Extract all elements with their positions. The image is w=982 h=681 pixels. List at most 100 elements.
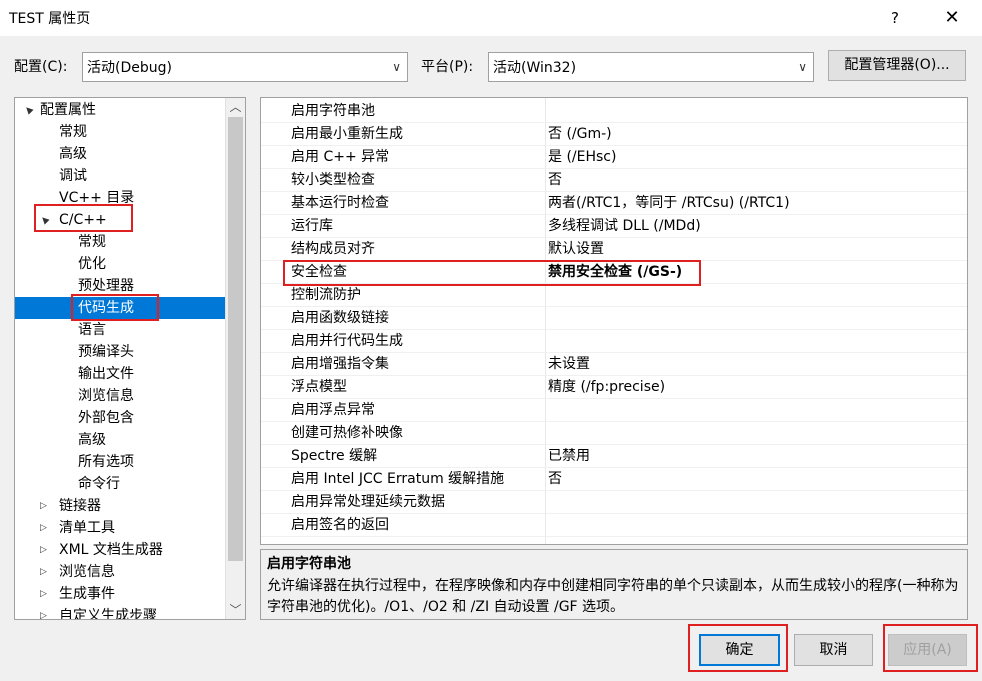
property-row[interactable]: 运行库 多线程调试 DLL (/MDd) — [261, 215, 967, 238]
tree-item[interactable]: ▷ 清单工具 — [15, 517, 225, 539]
collapsed-arrow-icon[interactable]: ▷ — [40, 605, 47, 619]
tree-item[interactable]: ▷ 浏览信息 — [15, 561, 225, 583]
platform-dropdown[interactable]: 活动(Win32) ∨ — [488, 52, 814, 82]
property-name: 启用签名的返回 — [291, 517, 389, 533]
property-row[interactable]: 较小类型检查 否 — [261, 169, 967, 192]
tree-item[interactable]: ▲ C/C++ — [15, 209, 225, 231]
property-value[interactable]: 否 — [548, 468, 562, 491]
property-name: 启用 Intel JCC Erratum 缓解措施 — [291, 471, 505, 487]
property-value[interactable]: 默认设置 — [548, 238, 604, 261]
tree-item-label: 高级 — [59, 146, 87, 162]
property-tree[interactable]: ▲ 配置属性 常规 高级 调试 VC++ 目录 ▲ C/C++ 常规 优化 预处理器 代码生成 语言 预编… — [14, 97, 246, 620]
tree-item[interactable]: ▷ 链接器 — [15, 495, 225, 517]
tree-item-label: 常规 — [78, 234, 106, 250]
property-row[interactable]: 结构成员对齐 默认设置 — [261, 238, 967, 261]
property-row[interactable]: 基本运行时检查 两者(/RTC1，等同于 /RTCsu) (/RTC1) — [261, 192, 967, 215]
property-row[interactable]: 启用增强指令集 未设置 — [261, 353, 967, 376]
tree-item-label: 优化 — [78, 256, 106, 272]
property-row[interactable]: 控制流防护 — [261, 284, 967, 307]
tree-item[interactable]: 命令行 — [15, 473, 225, 495]
tree-item[interactable]: ▲ 配置属性 — [15, 99, 225, 121]
property-row[interactable]: 创建可热修补映像 — [261, 422, 967, 445]
tree-item[interactable]: 优化 — [15, 253, 225, 275]
tree-item-label: XML 文档生成器 — [59, 542, 163, 558]
tree-item[interactable]: 高级 — [15, 143, 225, 165]
tree-item[interactable]: 浏览信息 — [15, 385, 225, 407]
apply-button[interactable]: 应用(A) — [888, 634, 967, 666]
platform-label: 平台(P): — [421, 59, 474, 75]
property-value[interactable]: 禁用安全检查 (/GS-) — [548, 261, 682, 284]
collapsed-arrow-icon[interactable]: ▷ — [40, 517, 47, 539]
scroll-up-icon[interactable]: ︿ — [226, 98, 245, 116]
tree-item-label: 语言 — [78, 322, 106, 338]
scroll-thumb[interactable] — [228, 117, 243, 561]
property-row[interactable]: 启用最小重新生成 否 (/Gm-) — [261, 123, 967, 146]
property-row[interactable]: 启用并行代码生成 — [261, 330, 967, 353]
scroll-down-icon[interactable]: ﹀ — [226, 601, 245, 619]
cancel-button[interactable]: 取消 — [794, 634, 873, 666]
config-dropdown[interactable]: 活动(Debug) ∨ — [82, 52, 408, 82]
collapsed-arrow-icon[interactable]: ▷ — [40, 561, 47, 583]
tree-item-label: 所有选项 — [78, 454, 134, 470]
tree-item[interactable]: 代码生成 — [15, 297, 225, 319]
tree-item[interactable]: 预处理器 — [15, 275, 225, 297]
property-row[interactable]: Spectre 缓解 已禁用 — [261, 445, 967, 468]
property-row[interactable]: 启用字符串池 — [261, 100, 967, 123]
property-row[interactable]: 启用浮点异常 — [261, 399, 967, 422]
tree-item-label: 自定义生成步骤 — [59, 608, 157, 620]
property-value[interactable]: 否 — [548, 169, 562, 192]
tree-item[interactable]: 语言 — [15, 319, 225, 341]
tree-item-label: VC++ 目录 — [59, 190, 135, 206]
collapsed-arrow-icon[interactable]: ▷ — [40, 539, 47, 561]
tree-item[interactable]: 调试 — [15, 165, 225, 187]
property-value[interactable]: 两者(/RTC1，等同于 /RTCsu) (/RTC1) — [548, 192, 790, 215]
property-value[interactable]: 未设置 — [548, 353, 590, 376]
property-name: 启用函数级链接 — [291, 310, 389, 326]
ok-button[interactable]: 确定 — [699, 634, 780, 666]
close-button[interactable]: ✕ — [934, 2, 970, 34]
platform-value: 活动(Win32) — [493, 60, 577, 76]
property-name: 启用浮点异常 — [291, 402, 375, 418]
tree-item[interactable]: 输出文件 — [15, 363, 225, 385]
tree-item-label: 预处理器 — [78, 278, 134, 294]
configuration-manager-button[interactable]: 配置管理器(O)... — [828, 50, 966, 81]
tree-item-label: 输出文件 — [78, 366, 134, 382]
property-row[interactable]: 启用异常处理延续元数据 — [261, 491, 967, 514]
property-value[interactable]: 是 (/EHsc) — [548, 146, 616, 169]
tree-scrollbar[interactable]: ︿ ﹀ — [225, 98, 245, 619]
property-row[interactable]: 启用函数级链接 — [261, 307, 967, 330]
property-row[interactable]: 启用 Intel JCC Erratum 缓解措施 否 — [261, 468, 967, 491]
grid-row-separator — [261, 536, 967, 537]
property-value[interactable]: 否 (/Gm-) — [548, 123, 612, 146]
tree-item[interactable]: 预编译头 — [15, 341, 225, 363]
tree-item-label: 高级 — [78, 432, 106, 448]
tree-item-label: 配置属性 — [40, 102, 96, 118]
property-row[interactable]: 启用签名的返回 — [261, 514, 967, 537]
tree-item[interactable]: ▷ 自定义生成步骤 — [15, 605, 225, 620]
property-name: 启用并行代码生成 — [291, 333, 403, 349]
collapsed-arrow-icon[interactable]: ▷ — [40, 583, 47, 605]
property-row[interactable]: 浮点模型 精度 (/fp:precise) — [261, 376, 967, 399]
expanded-arrow-icon[interactable]: ▲ — [19, 100, 39, 120]
property-row[interactable]: 安全检查 禁用安全检查 (/GS-) — [261, 261, 967, 284]
property-value[interactable]: 已禁用 — [548, 445, 590, 468]
property-name: 运行库 — [291, 218, 333, 234]
property-name: 基本运行时检查 — [291, 195, 389, 211]
tree-item-label: 浏览信息 — [78, 388, 134, 404]
tree-item[interactable]: 常规 — [15, 231, 225, 253]
tree-item[interactable]: ▷ 生成事件 — [15, 583, 225, 605]
tree-item[interactable]: 高级 — [15, 429, 225, 451]
collapsed-arrow-icon[interactable]: ▷ — [40, 495, 47, 517]
tree-item[interactable]: 常规 — [15, 121, 225, 143]
property-value[interactable]: 多线程调试 DLL (/MDd) — [548, 215, 701, 238]
tree-item[interactable]: ▷ XML 文档生成器 — [15, 539, 225, 561]
tree-item[interactable]: VC++ 目录 — [15, 187, 225, 209]
property-row[interactable]: 启用 C++ 异常 是 (/EHsc) — [261, 146, 967, 169]
tree-item[interactable]: 所有选项 — [15, 451, 225, 473]
property-value[interactable]: 精度 (/fp:precise) — [548, 376, 665, 399]
property-grid: 启用字符串池 启用最小重新生成 否 (/Gm-) 启用 C++ 异常 是 (/EHsc)… — [260, 97, 968, 545]
window-title: TEST 属性页 — [9, 11, 91, 27]
help-button[interactable]: ? — [880, 4, 910, 32]
expanded-arrow-icon[interactable]: ▲ — [35, 210, 55, 230]
tree-item[interactable]: 外部包含 — [15, 407, 225, 429]
